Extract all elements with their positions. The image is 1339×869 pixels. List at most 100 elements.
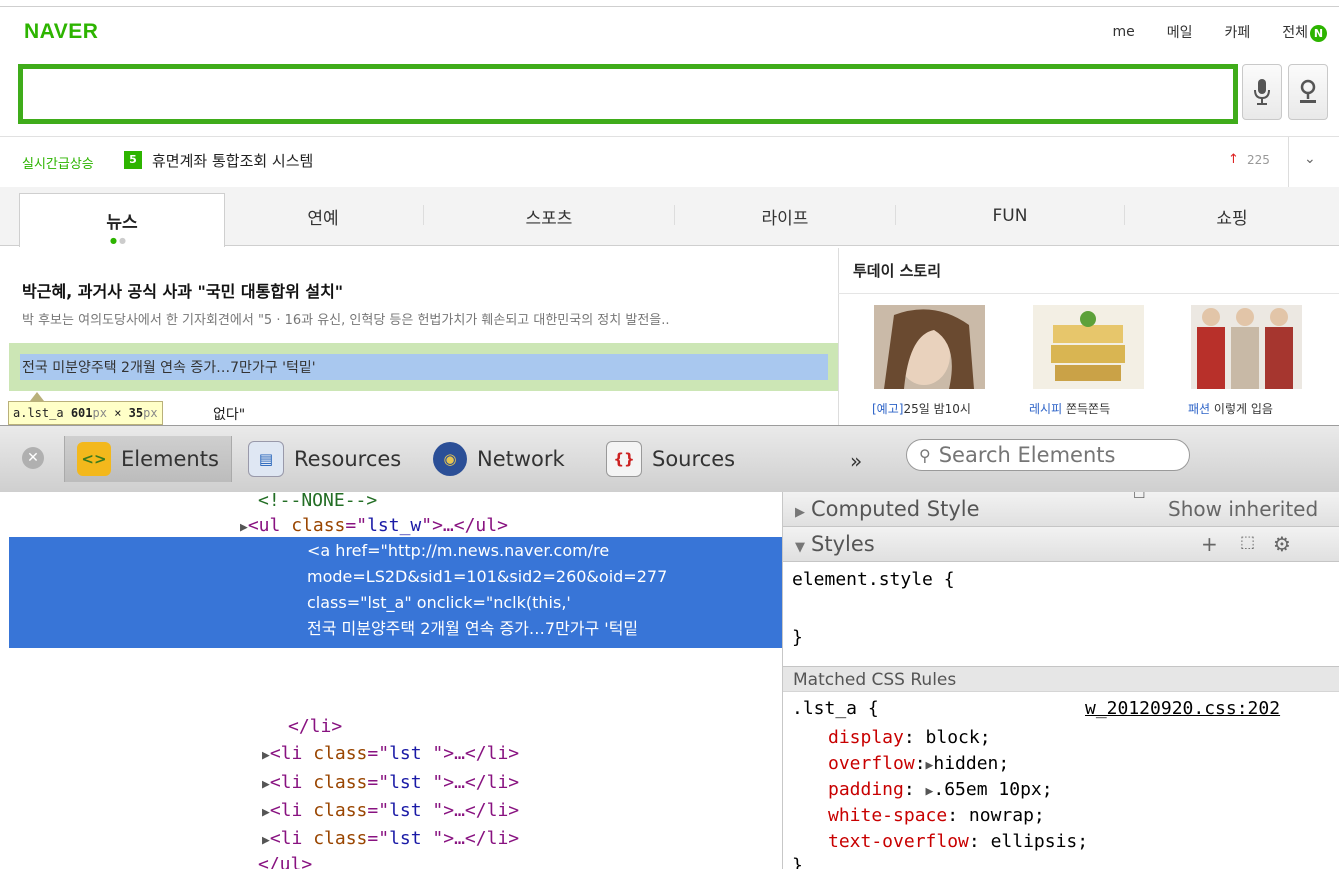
styles-sidebar: ▶ Computed Style ☐ Show inherited ▼ Styles… — [783, 492, 1339, 869]
me-link[interactable]: me — [1112, 24, 1134, 40]
tooltip-unit: px — [143, 406, 158, 420]
next-news-link[interactable]: 없다" — [213, 404, 245, 424]
expand-chevron-icon[interactable]: ⌄ — [1304, 151, 1316, 167]
rule-source-link[interactable]: w_20120920.css:202 — [1085, 697, 1280, 721]
tab-fun[interactable]: FUN — [896, 187, 1124, 245]
realtime-keyword-link[interactable]: 휴면계좌 통합조회 시스템 — [152, 150, 313, 171]
show-inherited-checkbox[interactable]: ☐ — [1133, 492, 1146, 502]
css-declaration[interactable]: white-space: nowrap; — [828, 804, 1045, 828]
web-inspector: ✕ <> Elements ▤ Resources ◉ Network {} S… — [0, 425, 1339, 869]
tab-entertainment[interactable]: 연예 — [223, 187, 423, 245]
story-thumbnail-food[interactable] — [1033, 305, 1144, 389]
selected-dom-node[interactable]: <a href="http://m.news.naver.com/re mode… — [9, 537, 782, 648]
tooltip-selector: a.lst_a — [13, 406, 64, 420]
computed-style-header[interactable]: ▶ Computed Style ☐ Show inherited — [783, 492, 1339, 527]
element-style-rule[interactable]: element.style { — [792, 568, 955, 592]
dom-comment[interactable]: <!--NONE--> — [258, 492, 377, 513]
dom-node-li-collapsed[interactable]: ▶<li class="lst ">…</li> — [262, 771, 519, 795]
tooltip-times: × — [114, 406, 122, 420]
all-services-label: 전체 — [1282, 25, 1308, 41]
dom-node-li-collapsed[interactable]: ▶<li class="lst ">…</li> — [262, 827, 519, 851]
naver-logo[interactable]: NAVER — [24, 20, 98, 44]
news-headline-link[interactable]: 박근혜, 과거사 공식 사과 "국민 대통합위 설치" — [22, 278, 343, 302]
tab-life[interactable]: 라이프 — [675, 187, 895, 245]
microphone-icon — [1254, 79, 1270, 105]
tab-label: Sources — [652, 447, 736, 471]
gear-icon[interactable]: ⚙ — [1273, 532, 1291, 556]
trend-up-arrow-icon: ↑ — [1228, 152, 1239, 167]
realtime-trends-bar[interactable]: 실시간급상승 5 휴면계좌 통합조회 시스템 ↑ 225 ⌄ — [0, 136, 1339, 188]
expand-triangle-icon[interactable]: ▶ — [262, 748, 270, 763]
expand-triangle-icon[interactable]: ▶ — [240, 520, 248, 535]
tab-label: Elements — [121, 447, 219, 471]
tab-resources[interactable]: ▤ Resources — [248, 436, 401, 482]
all-services-link[interactable]: 전체 N — [1282, 22, 1327, 42]
tab-label: Resources — [294, 447, 402, 471]
matched-css-rules-header: Matched CSS Rules — [783, 666, 1339, 692]
story-caption[interactable]: 레시피 쫀득쫀득 — [1029, 400, 1110, 417]
tab-shopping[interactable]: 쇼핑 — [1125, 187, 1339, 245]
tab-sports[interactable]: 스포츠 — [424, 187, 674, 245]
story-caption[interactable]: 패션 이렇게 입음 — [1188, 400, 1273, 417]
expand-triangle-icon[interactable]: ▶ — [262, 777, 270, 792]
resources-icon: ▤ — [248, 441, 284, 477]
tab-network[interactable]: ◉ Network — [433, 436, 565, 482]
css-declaration[interactable]: display: block; — [828, 726, 991, 750]
search-elements-field[interactable]: ⚲ — [906, 439, 1190, 471]
css-declaration[interactable]: overflow:▶hidden; — [828, 752, 1009, 776]
story-thumbnail-woman[interactable] — [874, 305, 985, 389]
dom-ul-close[interactable]: </ul> — [258, 853, 312, 869]
mail-link[interactable]: 메일 — [1167, 22, 1193, 42]
dom-tree-lower[interactable]: </li> ▶<li class="lst ">…</li> ▶<li clas… — [0, 715, 782, 869]
voice-search-button[interactable] — [1242, 64, 1282, 120]
search-elements-input[interactable] — [936, 442, 1171, 468]
tooltip-arrow — [30, 392, 44, 401]
computed-style-title: ▶ Computed Style — [795, 497, 980, 521]
dom-node-li-collapsed[interactable]: ▶<li class="lst ">…</li> — [262, 799, 519, 823]
toggle-element-state-icon[interactable]: ⬚ — [1240, 532, 1255, 551]
show-inherited-label[interactable]: Show inherited — [1168, 497, 1318, 521]
story-keyword: 레시피 — [1029, 402, 1063, 416]
cafe-link[interactable]: 카페 — [1224, 22, 1250, 42]
search-input[interactable] — [18, 64, 1238, 124]
today-story-title: 투데이 스토리 — [853, 262, 942, 280]
n-badge-icon: N — [1310, 25, 1327, 42]
page-dots-indicator: ●● — [110, 236, 128, 245]
location-search-button[interactable] — [1288, 64, 1328, 120]
dom-node-ul-collapsed[interactable]: ▶<ul class="lst_w">…</ul> — [240, 514, 508, 538]
close-inspector-icon[interactable]: ✕ — [22, 447, 44, 469]
category-tabs: 뉴스 연예 스포츠 라이프 FUN 쇼핑 — [0, 187, 1339, 247]
story-text: 이렇게 입음 — [1213, 402, 1273, 416]
expand-triangle-icon[interactable]: ▶ — [262, 833, 270, 848]
css-declaration[interactable]: text-overflow: ellipsis; — [828, 830, 1088, 854]
element-style-close: } — [792, 627, 803, 648]
elements-icon: <> — [77, 442, 111, 476]
tooltip-unit: px — [92, 406, 107, 420]
tab-elements[interactable]: <> Elements — [64, 436, 232, 482]
top-border — [0, 6, 1339, 7]
styles-header[interactable]: ▼ Styles + ⬚ ⚙ — [783, 527, 1339, 562]
rule-close: } — [792, 855, 803, 869]
expand-triangle-icon[interactable]: ▶ — [262, 805, 270, 820]
news-panel — [0, 248, 838, 425]
dom-node-li-collapsed[interactable]: ▶<li class="lst ">…</li> — [262, 742, 519, 766]
dom-li-close[interactable]: </li> — [288, 715, 342, 739]
collapse-triangle-icon: ▼ — [795, 540, 805, 555]
rule-selector[interactable]: .lst_a { — [792, 697, 879, 721]
more-tabs-chevron-icon[interactable]: » — [850, 449, 862, 473]
css-declaration[interactable]: padding: ▶.65em 10px; — [828, 778, 1053, 802]
news-summary: 박 후보는 여의도당사에서 한 기자회견에서 "5 · 16과 유신, 인혁당 … — [22, 313, 670, 328]
top-links: me 메일 카페 전체 N — [1112, 22, 1327, 42]
add-rule-icon[interactable]: + — [1201, 532, 1218, 556]
network-globe-icon: ◉ — [433, 442, 467, 476]
story-text: 25일 밤10시 — [903, 402, 971, 416]
story-thumbnail-fashion[interactable] — [1191, 305, 1302, 389]
selected-line: class="lst_a" onclick="nclk(this,' — [307, 593, 571, 612]
selected-line: mode=LS2D&sid1=101&sid2=260&oid=277 — [307, 567, 668, 586]
highlighted-news-link[interactable]: 전국 미분양주택 2개월 연속 증가…7만가구 '턱밑' — [22, 357, 316, 377]
tab-sources[interactable]: {} Sources — [606, 436, 735, 482]
expand-triangle-icon: ▶ — [795, 505, 805, 520]
divider — [1288, 137, 1289, 187]
selected-line: 전국 미분양주택 2개월 연속 증가…7만가구 '턱밑 — [307, 619, 639, 638]
story-caption[interactable]: [예고]25일 밤10시 — [872, 400, 971, 417]
